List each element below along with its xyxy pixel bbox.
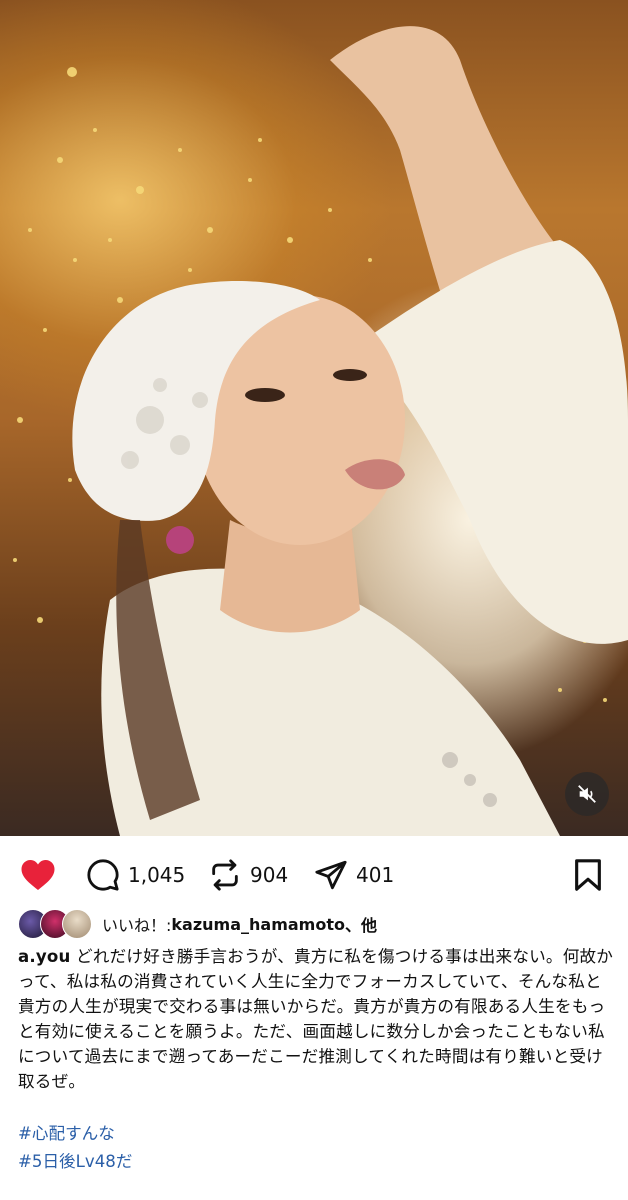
liked-by-row[interactable]: いいね！: kazuma_hamamoto 、他	[18, 909, 377, 939]
liker-avatars	[18, 909, 94, 939]
repost-count: 904	[250, 863, 289, 887]
likes-user[interactable]: kazuma_hamamoto	[171, 915, 345, 934]
share-count: 401	[356, 863, 395, 887]
caption-text: どれだけ好き勝手言おうが、貴方に私を傷つける事は出来ない。何故かって、私は私の消…	[18, 947, 614, 1091]
hashtag-1[interactable]: #心配すんな	[18, 1120, 115, 1144]
avatar	[62, 909, 92, 939]
bookmark-icon	[575, 859, 601, 891]
hashtag-2[interactable]: #5日後Lv48だ	[18, 1148, 132, 1172]
comment-icon	[87, 859, 119, 891]
post-media[interactable]	[0, 0, 628, 836]
caption-username[interactable]: a.you	[18, 947, 71, 966]
repost-icon	[212, 859, 238, 891]
post-caption: a.you どれだけ好き勝手言おうが、貴方に私を傷つける事は出来ない。何故かって…	[18, 944, 614, 1094]
post-action-bar: 1,045 904 401	[0, 846, 628, 904]
heart-filled-icon	[21, 860, 55, 890]
like-button[interactable]	[20, 846, 56, 904]
share-button[interactable]: 401	[314, 846, 394, 904]
send-icon	[315, 860, 347, 890]
media-illustration	[13, 26, 628, 836]
comment-button[interactable]: 1,045	[86, 846, 185, 904]
comment-count: 1,045	[128, 863, 186, 887]
speaker-muted-icon	[578, 785, 596, 803]
save-button[interactable]	[572, 846, 604, 904]
likes-suffix: 、他	[344, 916, 377, 935]
repost-button[interactable]: 904	[208, 846, 288, 904]
likes-label: いいね！:	[102, 916, 172, 935]
mute-toggle-button[interactable]	[565, 772, 609, 816]
